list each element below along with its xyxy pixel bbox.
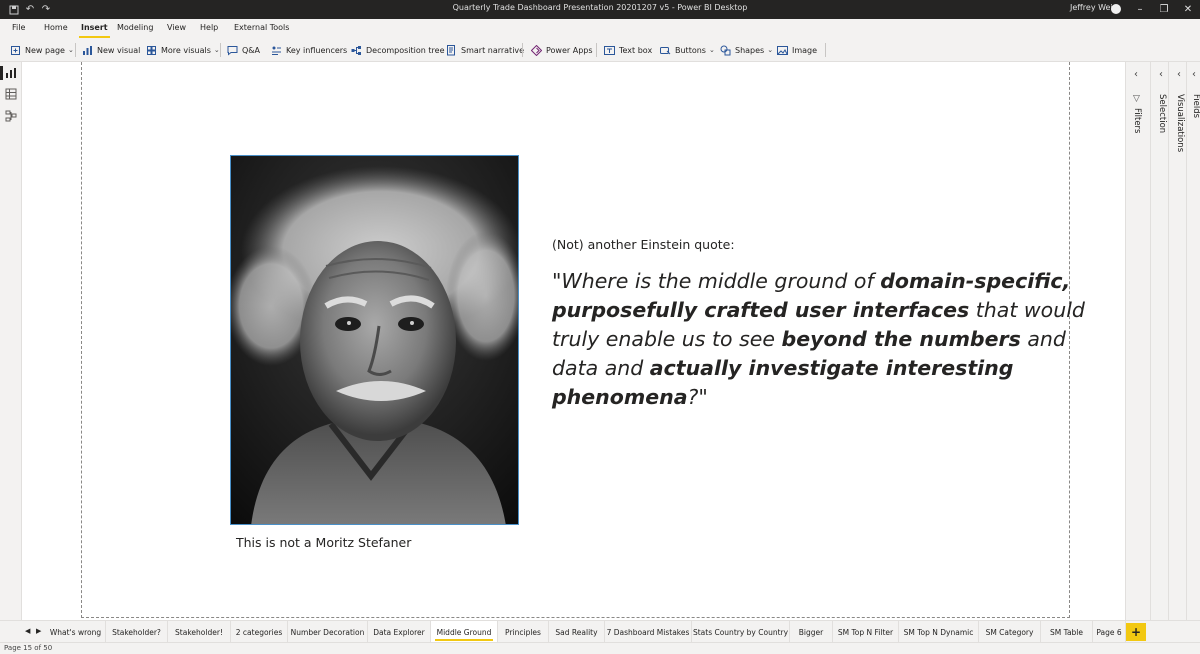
status-bar: Page 15 of 50 [0,642,1200,654]
chevron-down-icon: ⌄ [708,46,715,54]
restore-icon[interactable]: ❐ [1156,2,1172,17]
report-view-icon[interactable] [5,67,17,79]
page-tab[interactable]: Number Decoration [288,621,368,643]
text-box-icon [604,45,615,56]
menu-file[interactable]: File [12,23,25,32]
page-tab[interactable]: Sad Reality [549,621,605,643]
chat-bubble-icon [227,45,238,56]
image-icon [777,45,788,56]
title-bar: ↶ ↷ Quarterly Trade Dashboard Presentati… [0,0,1200,19]
quote-emphasis: beyond the numbers [781,327,1021,351]
chevron-left-icon[interactable]: ‹ [1134,69,1138,80]
page-tab[interactable]: Stats Country by Country [692,621,790,643]
chevron-left-icon[interactable]: ‹ [1192,69,1196,80]
shapes-icon [720,45,731,56]
page-tab[interactable]: Stakeholder? [106,621,168,643]
photo-caption: This is not a Moritz Stefaner [236,535,412,550]
einstein-quote: "Where is the middle ground of domain-sp… [552,267,1112,412]
view-rail [0,62,22,642]
quote-text: "Where is the middle ground of [552,269,881,293]
minimize-icon[interactable]: – [1132,2,1148,17]
filters-pane-label[interactable]: Filters [1132,108,1142,133]
page-tab[interactable]: Stakeholder! [168,621,231,643]
active-view-indicator [0,66,3,80]
page-tab[interactable]: What's wrong [46,621,106,643]
fields-pane-label[interactable]: Fields [1191,94,1200,118]
model-view-icon[interactable] [5,110,17,122]
more-visuals-icon [146,45,157,56]
power-apps-icon [530,44,543,56]
page-tab[interactable]: SM Category [979,621,1041,643]
page-tab[interactable]: Bigger [790,621,833,643]
page-tab[interactable]: SM Top N Filter [833,621,899,643]
decomposition-tree-icon [351,45,362,56]
report-canvas[interactable]: This is not a Moritz Stefaner (Not) anot… [22,62,1125,620]
side-panes: ‹ ▽ Filters ‹ Selection ‹ Visualizations… [1125,62,1200,642]
quote-text: ?" [687,385,708,409]
menu-view[interactable]: View [167,23,186,32]
menu-external-tools[interactable]: External Tools [234,23,289,32]
key-influencers-button[interactable]: Key influencers [271,41,347,59]
einstein-portrait-image[interactable] [230,155,519,525]
new-page-button[interactable]: New page ⌄ [10,41,74,59]
user-name[interactable]: Jeffrey Weir [1070,3,1116,12]
report-page: This is not a Moritz Stefaner (Not) anot… [81,62,1085,618]
text-box-button[interactable]: Text box [604,41,652,59]
qa-button[interactable]: Q&A [227,41,260,59]
ribbon: New page ⌄ New visual More visuals ⌄ Q&A K… [0,38,1200,62]
page-tab-active[interactable]: Middle Ground [431,621,498,643]
window-title: Quarterly Trade Dashboard Presentation 2… [452,3,748,12]
quote-emphasis: domain-specific, [880,269,1071,293]
page-tab[interactable]: 7 Dashboard Mistakes [605,621,692,643]
page-tab[interactable]: SM Table [1041,621,1093,643]
menu-help[interactable]: Help [200,23,218,32]
page-tabs: ◀ ▶ What's wrong Stakeholder? Stakeholde… [0,620,1200,643]
tab-prev-icon[interactable]: ◀ [25,627,30,635]
page-tab[interactable]: 2 categories [231,621,288,643]
image-button[interactable]: Image [777,41,817,59]
smart-narrative-button[interactable]: Smart narrative [446,41,524,59]
new-visual-button[interactable]: New visual [82,41,140,59]
selection-pane-label[interactable]: Selection [1157,94,1167,133]
quote-intro: (Not) another Einstein quote: [552,237,735,252]
filters-pane[interactable]: ‹ ▽ Filters [1125,62,1150,642]
menu-modeling[interactable]: Modeling [117,23,153,32]
more-visuals-button[interactable]: More visuals ⌄ [146,41,220,59]
button-icon [660,45,671,56]
new-page-icon [10,45,21,56]
new-visual-icon [82,45,93,56]
quote-emphasis: purposefully crafted user interfaces [552,298,970,322]
chevron-left-icon[interactable]: ‹ [1177,69,1181,80]
fields-pane[interactable]: ‹ Fields [1186,62,1200,642]
chevron-down-icon: ⌄ [767,46,774,54]
visualizations-pane-label[interactable]: Visualizations [1175,94,1185,152]
menu-insert[interactable]: Insert [79,23,110,38]
smart-narrative-icon [446,44,457,56]
page-tab[interactable]: Principles [498,621,549,643]
decomposition-tree-button[interactable]: Decomposition tree [351,41,445,59]
shapes-button[interactable]: Shapes ⌄ [720,41,773,59]
filter-icon: ▽ [1133,94,1140,104]
key-influencers-icon [271,45,282,56]
data-view-icon[interactable] [5,88,17,100]
close-icon[interactable]: ✕ [1180,2,1196,17]
page-indicator: Page 15 of 50 [4,644,53,652]
chevron-down-icon: ⌄ [67,46,74,54]
menu-home[interactable]: Home [44,23,68,32]
avatar[interactable] [1111,4,1121,14]
chevron-left-icon[interactable]: ‹ [1159,69,1163,80]
add-page-button[interactable]: + [1126,623,1146,641]
power-apps-button[interactable]: Power Apps [530,41,593,59]
buttons-button[interactable]: Buttons ⌄ [660,41,715,59]
page-tab[interactable]: Data Explorer [368,621,431,643]
chevron-down-icon: ⌄ [213,46,220,54]
page-tab[interactable]: SM Top N Dynamic [899,621,979,643]
page-tab[interactable]: Page 6 [1093,621,1126,643]
tab-next-icon[interactable]: ▶ [36,627,41,635]
menu-bar: File Home Insert Modeling View Help Exte… [0,19,1200,38]
